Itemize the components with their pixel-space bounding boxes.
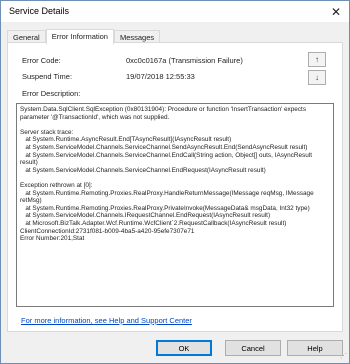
- window-title: Service Details: [9, 6, 70, 16]
- arrow-up-icon: ↑: [315, 55, 319, 64]
- service-details-dialog: Service Details ✕ General Error Informat…: [0, 0, 350, 364]
- resize-grip-icon[interactable]: ⋰: [339, 353, 347, 361]
- tab-error-information[interactable]: Error Information: [45, 29, 114, 44]
- cancel-button[interactable]: Cancel: [225, 340, 281, 356]
- arrow-down-icon: ↓: [315, 73, 319, 82]
- help-button[interactable]: Help: [287, 340, 343, 356]
- error-information-panel: Error Code: 0xc0c0167a (Transmission Fai…: [7, 42, 343, 332]
- suspend-time-value: 19/07/2018 12:55:33: [126, 72, 195, 81]
- ok-button[interactable]: OK: [156, 340, 212, 356]
- error-description-label: Error Description:: [22, 89, 81, 98]
- close-button[interactable]: ✕: [323, 1, 349, 22]
- title-bar[interactable]: Service Details ✕: [1, 1, 349, 22]
- tab-strip: General Error Information Messages: [7, 29, 161, 44]
- error-description-text: System.Data.SqlClient.SqlException (0x80…: [20, 106, 314, 243]
- help-support-link[interactable]: For more information, see Help and Suppo…: [21, 316, 192, 325]
- next-error-button[interactable]: ↓: [308, 70, 326, 85]
- error-code-value: 0xc0c0167a (Transmission Failure): [126, 56, 243, 65]
- previous-error-button[interactable]: ↑: [308, 52, 326, 67]
- error-code-label: Error Code:: [22, 56, 61, 65]
- close-icon: ✕: [330, 4, 342, 19]
- error-description-box[interactable]: System.Data.SqlClient.SqlException (0x80…: [16, 103, 334, 307]
- suspend-time-label: Suspend Time:: [22, 72, 73, 81]
